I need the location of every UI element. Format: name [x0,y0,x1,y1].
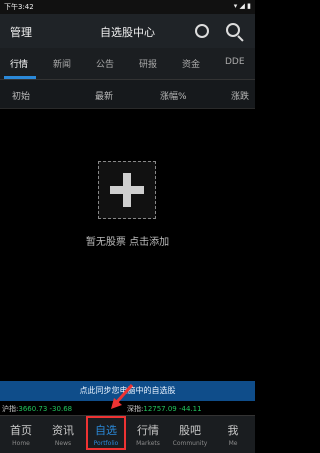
pointer-arrow-icon [111,384,134,409]
status-bar: 下午3:42 ▾ ◢ ▮ [0,0,255,14]
nav-markets-sublabel: Markets [136,440,160,447]
status-time: 下午3:42 [4,3,34,11]
column-header: 初始 最新 涨幅% 涨跌 [0,80,255,109]
tab-active-indicator [4,76,36,79]
search-icon[interactable] [226,23,240,37]
nav-me[interactable]: 我 Me [212,416,254,453]
top-header: 管理 自选股中心 [0,14,255,48]
nav-markets-label: 行情 [137,424,159,437]
sh-index-value: 3660.73 -30.68 [18,405,73,413]
add-stock-button[interactable] [98,161,156,219]
nav-markets[interactable]: 行情 Markets [127,416,169,453]
tab-dde[interactable]: DDE [225,57,245,67]
tab-quotes[interactable]: 行情 [10,57,28,70]
column-change-percent[interactable]: 涨幅% [160,89,187,102]
tab-funds[interactable]: 资金 [182,57,200,70]
nav-me-label: 我 [227,424,239,437]
portfolio-highlight-box [86,416,126,450]
sh-index-label: 沪指: [2,405,19,413]
nav-home-label: 首页 [10,424,32,437]
refresh-icon[interactable] [195,24,209,38]
plus-icon-horizontal [110,186,144,194]
sz-index: 深指:12757.09 -44.11 [127,404,202,414]
nav-news-label: 资讯 [52,424,74,437]
empty-state-text: 暂无股票 点击添加 [85,237,170,248]
nav-community-sublabel: Community [172,440,208,447]
tab-research[interactable]: 研报 [139,57,157,70]
nav-news[interactable]: 资讯 News [42,416,84,453]
page-title: 自选股中心 [100,26,155,39]
sz-index-value: 12757.09 -44.11 [143,405,202,413]
nav-news-sublabel: News [54,440,72,447]
status-icons: ▾ ◢ ▮ [233,2,251,10]
bottom-navigation: 首页 Home 资讯 News 自选 Portfolio 行情 Markets … [0,415,255,453]
tab-announcements[interactable]: 公告 [96,57,114,70]
nav-home-sublabel: Home [12,440,30,447]
tab-news[interactable]: 新闻 [53,57,71,70]
nav-community[interactable]: 股吧 Community [169,416,211,453]
sh-index: 沪指:3660.73 -30.68 [2,404,72,414]
nav-me-sublabel: Me [228,440,238,447]
column-latest[interactable]: 最新 [95,89,113,102]
nav-home[interactable]: 首页 Home [0,416,42,453]
column-change[interactable]: 涨跌 [231,89,249,102]
nav-community-label: 股吧 [179,424,201,437]
tabbar: 行情 新闻 公告 研报 资金 DDE [0,48,255,80]
column-initial[interactable]: 初始 [12,89,30,102]
